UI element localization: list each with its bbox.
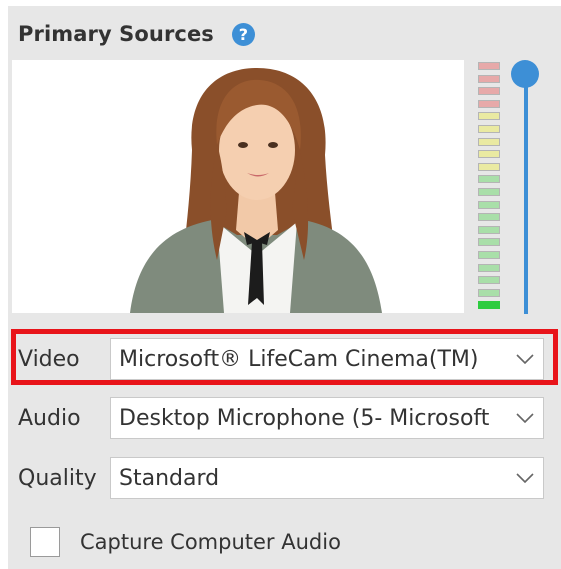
volume-slider-track[interactable] <box>524 75 528 314</box>
audio-row: Audio <box>8 394 108 442</box>
meter-segment <box>478 263 500 272</box>
quality-row: Quality <box>8 454 108 502</box>
help-question-icon[interactable]: ? <box>231 22 255 46</box>
meter-segment <box>478 276 500 285</box>
quality-label: Quality <box>18 465 97 491</box>
meter-segment <box>478 200 500 209</box>
audio-level-meter <box>478 62 502 314</box>
meter-segment <box>478 62 500 70</box>
meter-segment <box>478 213 500 222</box>
section-title: Primary Sources <box>18 22 214 46</box>
meter-segment <box>478 74 500 83</box>
meter-segment <box>478 125 500 133</box>
meter-segment <box>478 251 500 259</box>
capture-audio-option[interactable]: Capture Computer Audio <box>30 527 341 557</box>
meter-segment <box>478 301 500 310</box>
audio-source-select[interactable]: Desktop Microphone (5- Microsoft <box>110 397 544 439</box>
meter-segment <box>478 150 500 159</box>
capture-audio-label: Capture Computer Audio <box>80 530 341 554</box>
quality-select[interactable]: Standard <box>110 457 544 499</box>
volume-slider-thumb[interactable] <box>511 60 539 88</box>
meter-segment <box>478 288 500 297</box>
chevron-down-icon[interactable] <box>507 458 543 498</box>
meter-segment <box>478 99 500 108</box>
audio-label: Audio <box>18 405 81 431</box>
chevron-down-icon[interactable] <box>507 398 543 438</box>
audio-source-value: Desktop Microphone (5- Microsoft <box>119 405 490 431</box>
video-highlight-box <box>11 329 558 385</box>
capture-audio-checkbox[interactable] <box>30 527 60 557</box>
meter-segment <box>478 87 500 96</box>
meter-segment <box>478 175 500 184</box>
meter-segment <box>478 137 500 146</box>
quality-value: Standard <box>119 465 220 491</box>
webcam-preview <box>12 60 464 313</box>
meter-segment <box>478 238 500 247</box>
meter-segment <box>478 162 500 171</box>
meter-segment <box>478 188 500 196</box>
webcam-preview-image <box>12 60 464 313</box>
meter-segment <box>478 225 500 234</box>
section-header: Primary Sources ? <box>18 22 255 46</box>
meter-segment <box>478 112 500 121</box>
